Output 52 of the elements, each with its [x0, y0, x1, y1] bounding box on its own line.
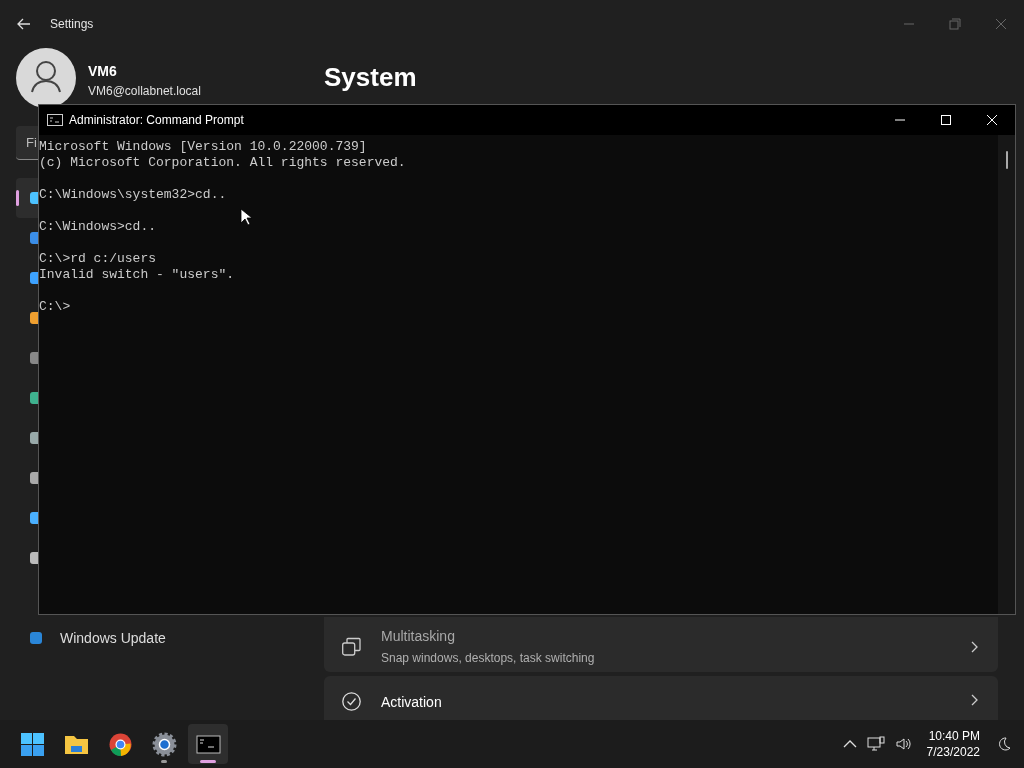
- card-title: Activation: [381, 693, 442, 712]
- nav-item[interactable]: Windows Update: [16, 618, 276, 658]
- nav-icon: [29, 271, 38, 285]
- card-icon: [342, 637, 361, 656]
- nav-icon: [29, 471, 38, 485]
- nav-icon: [29, 351, 38, 365]
- clock-date: 7/23/2022: [926, 744, 980, 760]
- scrollbar[interactable]: [998, 135, 1015, 614]
- nav-icon: [29, 551, 38, 565]
- nav-icon: [29, 511, 38, 525]
- console-title: Administrator: Command Prompt: [69, 112, 244, 129]
- pointer-icon: [240, 208, 252, 226]
- window-title: Settings: [50, 16, 94, 33]
- search-field[interactable]: Fi: [16, 126, 38, 160]
- user-email: VM6@collabnet.local: [88, 82, 201, 100]
- nav-icon: [29, 431, 38, 445]
- card-title: Multitasking: [381, 627, 456, 646]
- nav-icon: [29, 231, 38, 245]
- chevron-icon: [970, 639, 980, 654]
- nav-label[interactable]: Windows Update: [60, 627, 166, 649]
- moon-icon[interactable]: [996, 736, 1012, 752]
- clock-time: 10:40 PM: [928, 728, 980, 744]
- chevron-up-icon[interactable]: [842, 739, 857, 749]
- user-name: VM6: [88, 61, 118, 81]
- page-title: System: [324, 61, 418, 94]
- console-line: C:\Windows>cd..: [39, 219, 158, 235]
- console-line: (c) Microsoft Corporation. All rights reserved.: [39, 155, 407, 171]
- chevron-icon: [970, 693, 980, 707]
- settings-card[interactable]: Activation: [324, 676, 998, 720]
- clock[interactable]: 10:40 PM 7/23/2022: [926, 728, 980, 760]
- card-icon: [342, 692, 361, 711]
- nav-icon: [29, 631, 43, 645]
- nav-icon: [29, 311, 38, 325]
- nav-icon: [29, 391, 38, 405]
- selection-indicator: [16, 190, 19, 206]
- network-icon[interactable]: [866, 736, 885, 752]
- console-line: Invalid switch - "users".: [39, 267, 236, 283]
- console-line: C:\>rd c:/users: [39, 251, 158, 267]
- console-line: Microsoft Windows [Version 10.0.22000.739]: [39, 139, 368, 155]
- console-line: C:\>: [39, 299, 72, 315]
- nav-icon: [29, 191, 38, 205]
- console-icon: [47, 114, 63, 126]
- volume-icon[interactable]: [894, 736, 913, 752]
- settings-card[interactable]: Multitasking Snap windows, desktops, task switching: [324, 617, 998, 672]
- avatar-icon: [16, 48, 76, 108]
- nav-item[interactable]: [16, 178, 38, 218]
- running-indicator: [200, 760, 216, 763]
- back-icon[interactable]: [16, 16, 32, 32]
- console-line: C:\Windows\system32>cd..: [39, 187, 228, 203]
- taskbar-button[interactable]: [188, 724, 228, 764]
- card-subtitle: Snap windows, desktops, task switching: [381, 650, 595, 667]
- running-indicator: [161, 760, 167, 763]
